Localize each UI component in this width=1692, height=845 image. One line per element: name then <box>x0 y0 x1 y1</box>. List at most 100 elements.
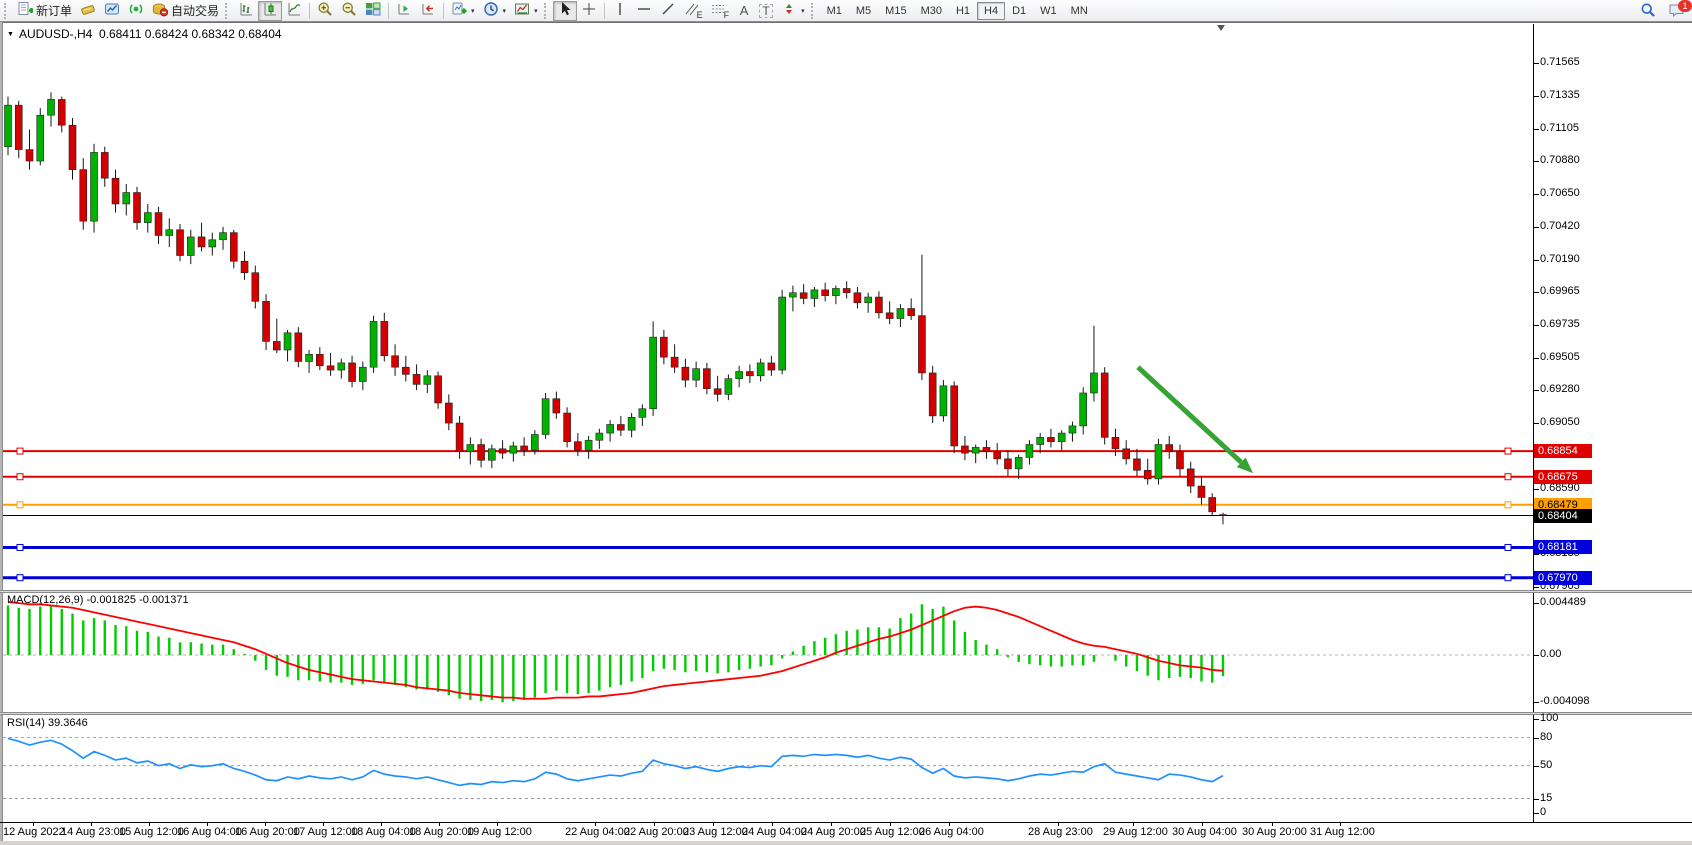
tile-windows-button[interactable] <box>361 1 385 21</box>
price-axis-label[interactable]: 0.69735 <box>1540 318 1580 330</box>
macd-axis-label[interactable]: -0.004098 <box>1540 695 1590 707</box>
templates-dropdown-caret[interactable]: ▾ <box>534 7 538 15</box>
vertical-line-tool-button[interactable] <box>608 1 632 21</box>
price-axis-label[interactable]: 0.70880 <box>1540 154 1580 166</box>
time-axis-label[interactable]: 16 Aug 20:00 <box>235 826 300 838</box>
time-axis-label[interactable]: 17 Aug 12:00 <box>293 826 358 838</box>
auto-scroll-button[interactable] <box>416 1 440 21</box>
time-axis-label[interactable]: 18 Aug 04:00 <box>351 826 416 838</box>
toolbar-grip[interactable] <box>544 3 549 19</box>
line-chart-button[interactable] <box>282 1 306 21</box>
chart-window-button[interactable] <box>100 1 124 21</box>
periods-button[interactable]: ▾ <box>479 1 511 21</box>
line-handle[interactable] <box>1505 544 1511 550</box>
macd-axis-label[interactable]: 0.00 <box>1540 648 1561 660</box>
price-axis-label[interactable]: 0.69050 <box>1540 416 1580 428</box>
templates-button[interactable]: ▾ <box>510 1 542 21</box>
line-handle[interactable] <box>17 544 23 550</box>
text-label-tool-button[interactable]: T <box>755 1 777 21</box>
trendline-tool-button[interactable] <box>656 1 680 21</box>
rsi-axis-label[interactable]: 15 <box>1540 792 1552 804</box>
line-handle[interactable] <box>1505 474 1511 480</box>
rsi-panel[interactable] <box>3 715 1533 822</box>
timeframe-h1-button[interactable]: H1 <box>949 2 977 20</box>
indicators-button[interactable]: ▾ <box>447 1 479 21</box>
timeframe-m1-button[interactable]: M1 <box>820 2 849 20</box>
arrows-dropdown-caret[interactable]: ▾ <box>801 7 805 15</box>
market-watch-button[interactable] <box>76 1 100 21</box>
periods-dropdown-caret[interactable]: ▾ <box>503 7 507 15</box>
timeframe-h4-button[interactable]: H4 <box>977 2 1005 20</box>
zoom-in-button[interactable] <box>313 1 337 21</box>
candlestick-chart-button[interactable] <box>258 1 282 21</box>
panel-splitter[interactable] <box>0 590 1692 593</box>
panel-splitter[interactable] <box>0 712 1692 715</box>
rsi-axis-label[interactable]: 80 <box>1540 731 1552 743</box>
timeframe-m5-button[interactable]: M5 <box>849 2 878 20</box>
search-button[interactable] <box>1636 1 1660 21</box>
notifications-button[interactable]: 1 <box>1664 1 1689 21</box>
line-handle[interactable] <box>17 502 23 508</box>
time-axis-label[interactable]: 22 Aug 04:00 <box>565 826 630 838</box>
timeframe-mn-button[interactable]: MN <box>1064 2 1095 20</box>
chart-shift-button[interactable] <box>392 1 416 21</box>
rsi-axis-label[interactable]: 0 <box>1540 806 1546 818</box>
time-axis-label[interactable]: 24 Aug 04:00 <box>742 826 807 838</box>
autotrading-button[interactable]: 自动交易 <box>148 1 223 21</box>
chart-shift-marker-icon[interactable] <box>1217 25 1225 31</box>
line-handle[interactable] <box>1505 502 1511 508</box>
chart-title-marker-icon[interactable]: ▼ <box>7 31 14 38</box>
time-axis-label[interactable]: 24 Aug 20:00 <box>801 826 866 838</box>
time-axis-label[interactable]: 31 Aug 12:00 <box>1310 826 1375 838</box>
price-axis-label[interactable]: 0.71335 <box>1540 89 1580 101</box>
macd-axis-label[interactable]: 0.004489 <box>1540 596 1586 608</box>
rsi-axis-label[interactable]: 50 <box>1540 759 1552 771</box>
rsi-axis-label[interactable]: 100 <box>1540 712 1558 724</box>
horizontal-line-tool-button[interactable] <box>632 1 656 21</box>
time-axis-label[interactable]: 28 Aug 23:00 <box>1028 826 1093 838</box>
price-axis-label[interactable]: 0.69280 <box>1540 383 1580 395</box>
text-tool-button[interactable]: A <box>733 1 755 21</box>
arrows-tool-button[interactable]: ▾ <box>777 1 809 21</box>
toolbar-grip[interactable] <box>811 3 816 19</box>
cursor-button[interactable] <box>553 1 577 21</box>
line-handle[interactable] <box>1505 448 1511 454</box>
toolbar-grip[interactable] <box>4 3 9 19</box>
zoom-out-button[interactable] <box>337 1 361 21</box>
bars-chart-button[interactable] <box>234 1 258 21</box>
time-axis-label[interactable]: 12 Aug 2022 <box>3 826 65 838</box>
time-axis-label[interactable]: 19 Aug 12:00 <box>467 826 532 838</box>
new-order-button[interactable]: 新订单 <box>13 1 76 21</box>
time-axis-label[interactable]: 14 Aug 23:00 <box>61 826 126 838</box>
time-axis-label[interactable]: 30 Aug 20:00 <box>1242 826 1307 838</box>
time-axis-label[interactable]: 29 Aug 12:00 <box>1103 826 1168 838</box>
time-axis-label[interactable]: 18 Aug 20:00 <box>409 826 474 838</box>
trend-arrow-annotation[interactable] <box>1138 367 1241 462</box>
time-axis-label[interactable]: 16 Aug 04:00 <box>177 826 242 838</box>
channel-tool-button[interactable]: E <box>680 1 707 21</box>
toolbar-grip[interactable] <box>225 3 230 19</box>
time-axis-label[interactable]: 22 Aug 20:00 <box>624 826 689 838</box>
price-chart-panel[interactable] <box>3 24 1533 590</box>
signal-button[interactable] <box>124 1 148 21</box>
price-axis-label[interactable]: 0.69505 <box>1540 351 1580 363</box>
line-handle[interactable] <box>1505 575 1511 581</box>
price-axis-label[interactable]: 0.70420 <box>1540 220 1580 232</box>
price-axis-label[interactable]: 0.70650 <box>1540 187 1580 199</box>
price-axis-label[interactable]: 0.69965 <box>1540 285 1580 297</box>
timeframe-m30-button[interactable]: M30 <box>914 2 949 20</box>
crosshair-button[interactable] <box>577 1 601 21</box>
time-axis-label[interactable]: 26 Aug 04:00 <box>919 826 984 838</box>
price-axis-label[interactable]: 0.70190 <box>1540 253 1580 265</box>
line-handle[interactable] <box>17 474 23 480</box>
price-axis-label[interactable]: 0.71565 <box>1540 56 1580 68</box>
timeframe-m15-button[interactable]: M15 <box>878 2 913 20</box>
time-axis-label[interactable]: 30 Aug 04:00 <box>1172 826 1237 838</box>
time-axis-label[interactable]: 25 Aug 12:00 <box>860 826 925 838</box>
time-axis-label[interactable]: 23 Aug 12:00 <box>683 826 748 838</box>
fibonacci-tool-button[interactable]: F <box>707 1 734 21</box>
time-axis-label[interactable]: 15 Aug 12:00 <box>119 826 184 838</box>
timeframe-d1-button[interactable]: D1 <box>1005 2 1033 20</box>
macd-panel[interactable] <box>3 593 1533 712</box>
timeframe-w1-button[interactable]: W1 <box>1033 2 1064 20</box>
